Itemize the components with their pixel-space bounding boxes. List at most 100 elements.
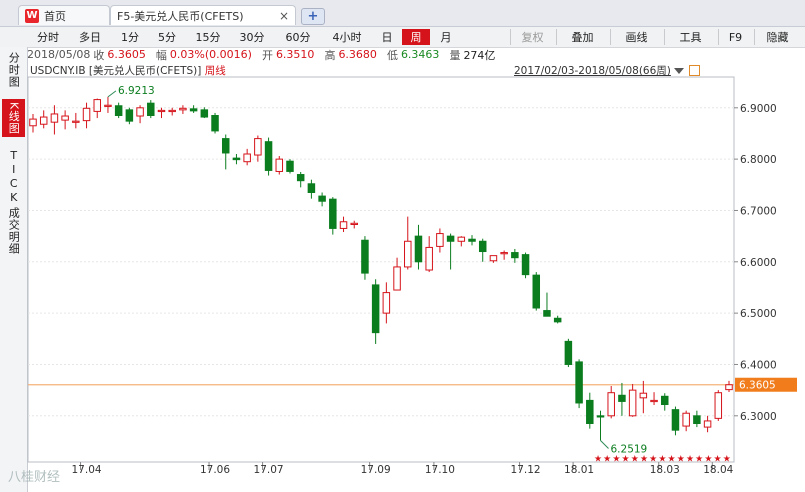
candle-body: [168, 109, 176, 113]
candle-body: [147, 102, 155, 116]
candle-body: [575, 361, 583, 404]
candle-body: [329, 198, 337, 229]
candle-body: [714, 392, 723, 419]
candle-body: [39, 116, 48, 125]
candle-body: [254, 138, 262, 156]
candle-body: [125, 109, 134, 122]
candle-body: [339, 221, 348, 229]
candle-body: [371, 284, 380, 334]
x-tick-label: 18.04: [703, 464, 733, 476]
candle-body: [361, 239, 369, 274]
candle-body: [553, 317, 562, 323]
candle-body: [478, 240, 487, 253]
candle-body: [264, 141, 273, 171]
candle-body: [136, 107, 144, 117]
x-tick-label: 17.06: [200, 464, 230, 476]
candle-body: [61, 115, 69, 121]
candle-body: [425, 246, 433, 271]
event-star-icon: ★: [714, 455, 722, 465]
candle-body: [489, 255, 498, 262]
candle-body: [693, 415, 701, 424]
candle-body: [243, 153, 251, 163]
candle-body: [275, 158, 284, 172]
candle-body: [72, 120, 80, 123]
event-star-icon: ★: [723, 455, 731, 465]
candle-body: [307, 183, 316, 193]
x-tick-label: 18.03: [650, 464, 680, 476]
y-tick-label: 6.6000: [740, 257, 777, 269]
candle-body: [29, 118, 37, 127]
x-tick-label: 17.10: [425, 464, 455, 476]
x-tick-label: 17.04: [72, 464, 102, 476]
candle-body: [618, 394, 626, 402]
x-tick-label: 17.09: [361, 464, 391, 476]
candle-body: [232, 157, 241, 161]
candle-body: [521, 254, 530, 276]
current-price-label: 6.3605: [739, 380, 776, 392]
y-tick-label: 6.9000: [740, 103, 777, 115]
event-star-icon: ★: [677, 455, 685, 465]
x-tick-label: 18.01: [564, 464, 594, 476]
annotation-leader: [600, 440, 609, 449]
y-tick-label: 6.3000: [740, 411, 777, 423]
candle-body: [179, 107, 187, 111]
event-star-icon: ★: [695, 455, 703, 465]
candle-body: [200, 109, 209, 118]
event-star-icon: ★: [704, 455, 712, 465]
plot-frame: [27, 76, 735, 463]
candle-body: [532, 274, 541, 309]
candle-body: [511, 252, 519, 259]
candle-body: [436, 233, 444, 247]
candle-body: [189, 108, 198, 112]
event-star-icon: ★: [603, 455, 611, 465]
event-star-icon: ★: [649, 455, 657, 465]
watermark: 八桂财经: [8, 470, 61, 485]
event-star-icon: ★: [640, 455, 648, 465]
candle-body: [607, 392, 615, 417]
candle-body: [382, 292, 391, 314]
candle-body: [500, 252, 508, 255]
event-star-icon: ★: [668, 455, 676, 465]
event-star-icon: ★: [622, 455, 630, 465]
candle-body: [350, 222, 358, 226]
candle-body: [114, 105, 123, 116]
candle-body: [703, 420, 712, 428]
candle-body: [393, 266, 401, 291]
kline-chart: 6.9000 6.8000 6.7000 6.6000 6.5000 6.4000 6.30…: [27, 76, 797, 476]
candle-body: [104, 104, 112, 107]
x-tick-label: 17.07: [254, 464, 284, 476]
candle-body: [725, 384, 733, 391]
event-star-icon: ★: [686, 455, 694, 465]
event-star-icon: ★: [658, 455, 666, 465]
x-tick-label: 17.12: [511, 464, 541, 476]
annotation-leader: [107, 90, 117, 98]
candle-body: [404, 240, 412, 268]
candle-body: [682, 412, 690, 427]
candle-body: [457, 236, 466, 242]
y-tick-label: 6.7000: [740, 205, 777, 217]
y-tick-label: 6.8000: [740, 154, 777, 166]
candle-body: [286, 160, 294, 172]
event-star-icon: ★: [594, 455, 602, 465]
annotation-label: 6.9213: [118, 85, 155, 97]
candle-body: [650, 399, 658, 403]
candle-body: [543, 310, 551, 317]
candle-body: [671, 409, 680, 431]
candle-body: [639, 392, 648, 399]
candle-body: [211, 115, 219, 132]
event-star-icon: ★: [612, 455, 620, 465]
candle-body: [157, 109, 166, 113]
candle-body: [221, 138, 230, 154]
candle-body: [50, 113, 59, 123]
candle-body: [318, 195, 326, 202]
candle-body: [628, 389, 637, 417]
candle-body: [661, 395, 669, 406]
event-star-icon: ★: [631, 455, 639, 465]
candle-body: [596, 415, 605, 418]
candle-body: [296, 174, 305, 182]
candle-body: [586, 399, 594, 424]
candle-body: [564, 340, 573, 365]
candle-body: [468, 238, 476, 242]
y-tick-label: 6.4000: [740, 359, 777, 371]
y-tick-label: 6.5000: [740, 308, 777, 320]
